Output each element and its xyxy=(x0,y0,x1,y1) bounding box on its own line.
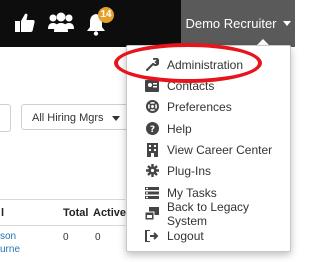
contacts-icon xyxy=(145,79,159,93)
cog-icon xyxy=(145,164,159,178)
user-dropdown-menu: Administration Contacts Preferences ? He… xyxy=(126,45,291,252)
wrench-icon xyxy=(145,58,159,72)
help-icon: ? xyxy=(145,122,159,136)
table-cell-total: 0 xyxy=(63,232,69,243)
menu-item-back-to-legacy-system[interactable]: Back to Legacy System xyxy=(127,200,290,228)
hiring-managers-select-value: All Hiring Mgrs xyxy=(32,112,104,124)
menu-item-label: My Tasks xyxy=(167,185,217,200)
table-row-name-line1[interactable]: son xyxy=(0,231,16,242)
menu-item-label: Help xyxy=(167,121,192,136)
menu-item-label: Plug-Ins xyxy=(167,163,212,178)
menu-item-logout[interactable]: Logout xyxy=(127,225,290,246)
life-ring-icon xyxy=(145,100,159,114)
menu-item-contacts[interactable]: Contacts xyxy=(127,75,290,96)
building-icon xyxy=(145,142,159,157)
window-restore-icon xyxy=(145,207,159,221)
thumbs-up-icon[interactable] xyxy=(14,12,36,34)
menu-item-label: Administration xyxy=(167,57,244,72)
tasks-icon xyxy=(145,186,159,200)
column-header-total[interactable]: Total xyxy=(63,207,88,219)
menu-item-plug-ins[interactable]: Plug-Ins xyxy=(127,160,290,181)
user-name: Demo Recruiter xyxy=(185,16,277,31)
users-icon[interactable] xyxy=(47,11,75,35)
menu-item-view-career-center[interactable]: View Career Center xyxy=(127,139,290,160)
menu-item-help[interactable]: ? Help xyxy=(127,118,290,139)
caret-down-icon xyxy=(112,116,120,121)
menu-item-preferences[interactable]: Preferences xyxy=(127,96,290,117)
column-header-name[interactable]: l xyxy=(1,207,4,219)
table-divider xyxy=(0,199,125,200)
menu-item-label: Logout xyxy=(167,228,204,243)
table-divider xyxy=(0,225,125,226)
menu-item-administration[interactable]: Administration xyxy=(127,54,290,75)
menu-item-label: Back to Legacy System xyxy=(167,199,250,228)
table-row-name-line2[interactable]: urne xyxy=(0,244,20,255)
menu-item-label: Contacts xyxy=(167,78,215,93)
hiring-managers-select[interactable]: All Hiring Mgrs xyxy=(21,104,129,130)
notification-count-badge: 14 xyxy=(98,7,114,23)
top-navbar: 14 Demo Recruiter xyxy=(0,0,295,47)
table-cell-active: 0 xyxy=(95,232,101,243)
filter-select-partial[interactable] xyxy=(0,104,11,132)
logout-icon xyxy=(145,229,159,243)
column-header-active[interactable]: Active xyxy=(93,207,126,219)
caret-down-icon xyxy=(282,21,291,26)
menu-item-label: Preferences xyxy=(167,99,232,114)
menu-item-label: View Career Center xyxy=(167,142,273,157)
svg-text:?: ? xyxy=(149,125,154,135)
user-menu-button[interactable]: Demo Recruiter xyxy=(181,0,295,47)
